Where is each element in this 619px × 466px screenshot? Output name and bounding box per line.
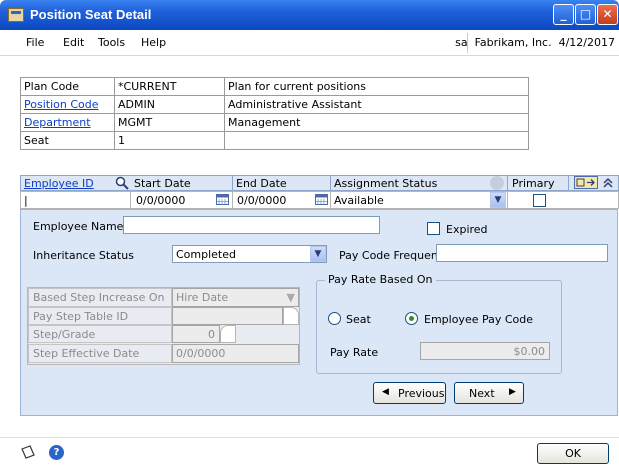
menu-help[interactable]: Help (141, 36, 166, 49)
plan-code-desc: Plan for current positions (224, 77, 529, 96)
position-code-desc: Administrative Assistant (224, 95, 529, 114)
pay-rate-group-label: Pay Rate Based On (325, 273, 436, 286)
pay-rate-field: $0.00 (420, 342, 550, 360)
search-icon[interactable] (115, 176, 129, 190)
calendar-icon[interactable] (216, 194, 229, 205)
position-code-link[interactable]: Position Code (24, 98, 99, 111)
employee-id-input[interactable]: | (24, 194, 28, 207)
pay-rate-label: Pay Rate (330, 346, 379, 359)
step-grade-label: Step/Grade (28, 325, 172, 343)
collapse-icon[interactable] (602, 177, 614, 189)
pay-code-frequency-label: Pay Code Frequency (339, 249, 451, 262)
employee-pay-code-label: Employee Pay Code (424, 313, 534, 326)
primary-checkbox[interactable] (533, 194, 546, 207)
footer-bar (0, 437, 619, 466)
seat-value: 1 (114, 131, 225, 150)
maximize-button[interactable]: □ (575, 4, 596, 25)
chevron-down-icon[interactable]: ▼ (490, 192, 506, 208)
department-link[interactable]: Department (24, 116, 91, 129)
pay-step-table-field (172, 307, 283, 325)
lookup-icon (283, 307, 299, 325)
pay-step-table-label: Pay Step Table ID (28, 307, 172, 325)
seat-desc (224, 131, 529, 150)
assignment-status-header: Assignment Status (334, 177, 438, 190)
primary-header: Primary (512, 177, 555, 190)
company-info: sa Fabrikam, Inc. 4/12/2017 (455, 36, 615, 49)
based-step-increase-label: Based Step Increase On (28, 288, 172, 307)
menu-edit[interactable]: Edit (63, 36, 84, 49)
plan-code-label: Plan Code (20, 77, 115, 96)
app-icon (8, 8, 24, 22)
previous-label: Previous (398, 387, 445, 400)
start-date-input[interactable]: 0/0/0000 (136, 194, 185, 207)
position-info-table: Plan Code *CURRENT Plan for current posi… (20, 77, 529, 150)
step-effective-date-label: Step Effective Date (28, 344, 172, 363)
position-code-value: ADMIN (114, 95, 225, 114)
pay-code-frequency-field[interactable] (436, 244, 608, 262)
expand-rows-icon[interactable] (574, 176, 598, 189)
seat-radio[interactable] (328, 312, 341, 325)
inheritance-status-select[interactable]: Completed ▼ (172, 245, 327, 263)
previous-button[interactable]: ◀ Previous (373, 382, 446, 404)
help-icon[interactable]: ? (49, 445, 64, 460)
sort-icon (490, 176, 504, 190)
window-title: Position Seat Detail (30, 7, 152, 22)
previous-arrow-icon: ◀ (382, 387, 389, 397)
employee-pay-code-radio[interactable] (405, 312, 418, 325)
close-button[interactable]: ✕ (597, 4, 618, 25)
spin-icon (220, 325, 236, 343)
assignment-status-select[interactable]: Available (334, 194, 384, 207)
based-step-increase-value: Hire Date (176, 291, 229, 304)
department-value: MGMT (114, 113, 225, 132)
chevron-down-icon[interactable]: ▼ (310, 246, 326, 262)
next-arrow-icon: ▶ (509, 387, 516, 397)
note-icon[interactable] (20, 445, 36, 459)
employee-id-link[interactable]: Employee ID (24, 177, 94, 190)
next-label: Next (469, 387, 495, 400)
menu-file[interactable]: File (26, 36, 44, 49)
based-step-increase-select: Hire Date ▼ (172, 288, 299, 307)
ok-button[interactable]: OK (537, 443, 609, 464)
employee-name-field[interactable] (123, 216, 380, 234)
plan-code-value: *CURRENT (114, 77, 225, 96)
menu-tools[interactable]: Tools (98, 36, 125, 49)
minimize-button[interactable]: _ (553, 4, 574, 25)
seat-radio-label: Seat (346, 313, 371, 326)
expired-label: Expired (446, 223, 488, 236)
department-desc: Management (224, 113, 529, 132)
inheritance-status-label: Inheritance Status (33, 249, 134, 262)
chevron-down-icon: ▼ (286, 291, 295, 304)
inheritance-status-value: Completed (176, 248, 236, 261)
expired-checkbox[interactable] (427, 222, 440, 235)
seat-label: Seat (20, 131, 115, 150)
end-date-header: End Date (236, 177, 287, 190)
end-date-input[interactable]: 0/0/0000 (237, 194, 286, 207)
next-button[interactable]: Next ▶ (454, 382, 524, 404)
calendar-icon[interactable] (315, 194, 328, 205)
employee-name-label: Employee Name (33, 220, 124, 233)
start-date-header: Start Date (134, 177, 191, 190)
step-grade-field: 0 (172, 325, 220, 343)
step-effective-date-field: 0/0/0000 (172, 344, 299, 363)
